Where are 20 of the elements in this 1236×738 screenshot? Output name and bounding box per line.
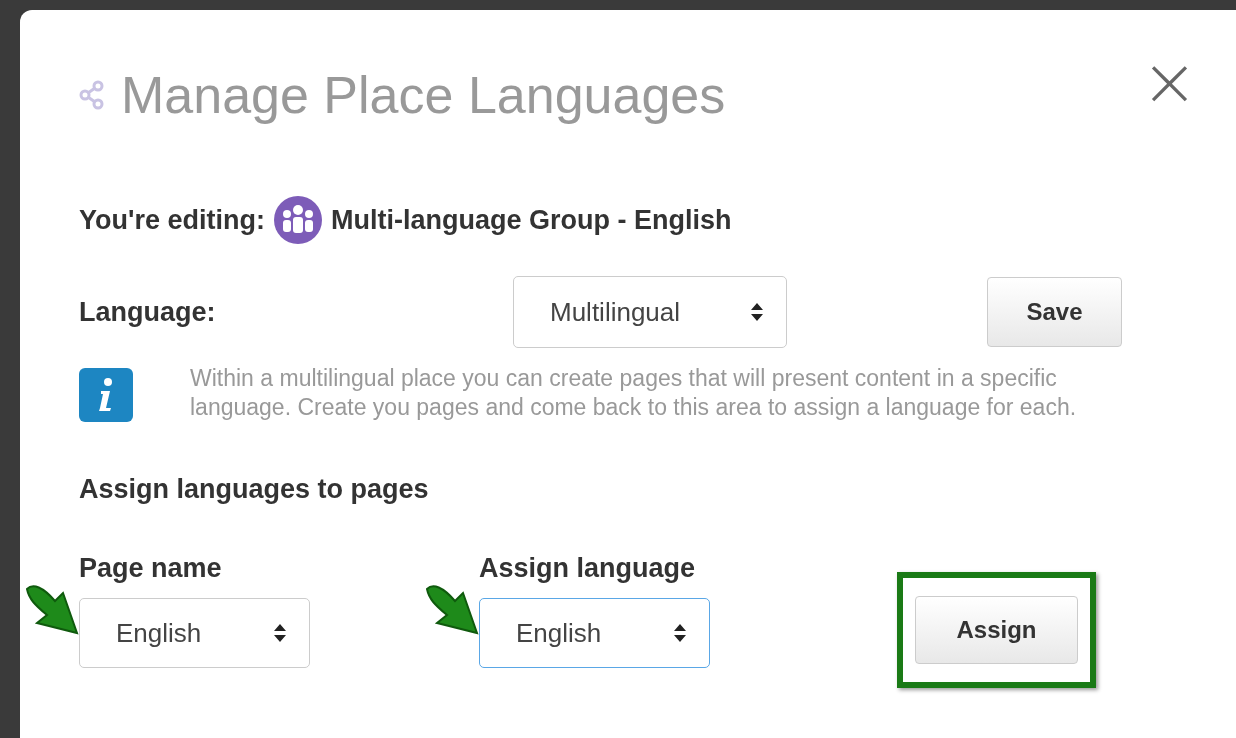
field-label: Assign language — [479, 553, 697, 584]
language-select[interactable]: English — [79, 598, 310, 668]
close-button[interactable]: × — [1141, 48, 1198, 116]
save-button[interactable]: Save — [987, 277, 1122, 347]
sort-caret-icon — [750, 302, 764, 322]
editing-label: You're editing: — [79, 204, 265, 236]
share-icon — [79, 80, 105, 110]
sort-caret-icon — [673, 623, 687, 643]
section-heading: Assign languages to pages — [79, 474, 430, 505]
dialog-title: Manage Place Languages — [121, 65, 726, 125]
assign-button[interactable]: Assign — [915, 596, 1078, 664]
language-select[interactable]: English — [479, 598, 710, 668]
field-label: Page name — [79, 553, 223, 584]
group-icon — [272, 195, 323, 245]
info-icon — [79, 368, 133, 422]
language-label: Language: — [79, 296, 217, 328]
sort-caret-icon — [273, 623, 287, 643]
place-name: Multi-language Group - English — [330, 204, 732, 236]
language-select[interactable]: Multilingual — [513, 276, 787, 348]
info-text: Within a multilingual place you can create pages that will present content in a specific language. Create you pages and come back to this area to assign a language for each. — [190, 364, 1078, 422]
